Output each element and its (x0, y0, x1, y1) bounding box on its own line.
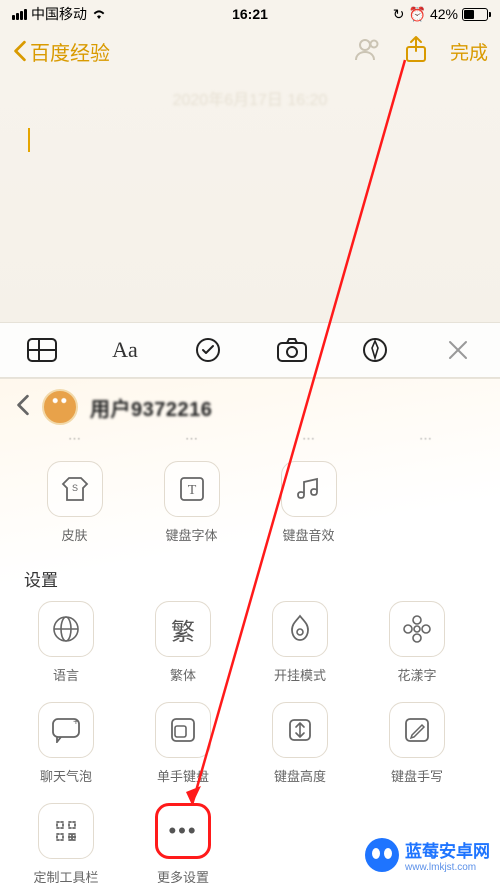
ime-section-title: 设置 (0, 550, 500, 601)
draw-icon[interactable] (355, 330, 395, 370)
ime-back-button[interactable] (16, 392, 30, 423)
signal-icon (12, 9, 27, 20)
text-cursor (28, 128, 30, 152)
avatar[interactable] (42, 389, 78, 425)
alarm-icon: ⏰ (409, 6, 426, 23)
svg-text:T: T (187, 483, 196, 498)
nav-bar: 百度经验 完成 (0, 28, 500, 74)
close-keyboard-icon[interactable] (438, 330, 478, 370)
tile-skin[interactable]: S 皮肤 (25, 461, 125, 544)
battery-icon (462, 8, 488, 21)
collaborator-icon[interactable] (354, 36, 382, 67)
more-icon: ••• (155, 803, 211, 859)
wifi-icon (91, 6, 107, 22)
tile-one-hand[interactable]: 单手键盘 (133, 702, 233, 785)
tile-keyboard-height[interactable]: 键盘高度 (250, 702, 350, 785)
username: 用户9372216 (90, 393, 212, 422)
watermark-url: www.lmkjst.com (405, 862, 490, 873)
back-button[interactable]: 百度经验 (12, 37, 110, 66)
share-icon[interactable] (404, 35, 428, 68)
watermark: 蓝莓安卓网 www.lmkjst.com (365, 837, 490, 873)
watermark-mascot-icon (365, 838, 399, 872)
watermark-title: 蓝莓安卓网 (405, 842, 490, 861)
text-format-icon[interactable]: Aa (105, 330, 145, 370)
tile-custom-toolbar[interactable]: 定制工具栏 (16, 803, 116, 883)
tile-font[interactable]: T 键盘字体 (142, 461, 242, 544)
tile-cheat-mode[interactable]: 开挂模式 (250, 601, 350, 684)
sync-icon: ↻ (393, 6, 405, 23)
ime-settings-panel: 用户9372216 ⋯⋯⋯⋯ S 皮肤 T 键盘字体 键盘音效 x 设置 语言 … (0, 378, 500, 883)
clock: 16:21 (232, 6, 268, 22)
truncated-labels: ⋯⋯⋯⋯ (0, 435, 500, 453)
back-label: 百度经验 (30, 37, 110, 66)
battery-pct: 42% (430, 6, 458, 22)
table-icon[interactable] (22, 330, 62, 370)
camera-icon[interactable] (272, 330, 312, 370)
tile-flower-text[interactable]: 花漾字 (367, 601, 467, 684)
status-bar: 中国移动 16:21 ↻ ⏰ 42% (0, 0, 500, 28)
tile-more-settings[interactable]: ••• 更多设置 (133, 803, 233, 883)
tile-sound[interactable]: 键盘音效 (259, 461, 359, 544)
note-date: 2020年6月17日 16:20 (28, 86, 472, 110)
svg-text:+: + (73, 717, 79, 728)
checklist-icon[interactable] (188, 330, 228, 370)
ime-row-appearance: S 皮肤 T 键盘字体 键盘音效 x (0, 453, 500, 550)
tile-traditional[interactable]: 繁 繁体 (133, 601, 233, 684)
notes-toolbar: Aa (0, 322, 500, 378)
carrier-label: 中国移动 (31, 4, 87, 24)
note-editor[interactable]: 2020年6月17日 16:20 (0, 74, 500, 322)
tile-language[interactable]: 语言 (16, 601, 116, 684)
svg-text:S: S (71, 483, 77, 493)
tile-handwriting[interactable]: 键盘手写 (367, 702, 467, 785)
done-button[interactable]: 完成 (450, 38, 488, 65)
tile-chat-bubble[interactable]: + 聊天气泡 (16, 702, 116, 785)
